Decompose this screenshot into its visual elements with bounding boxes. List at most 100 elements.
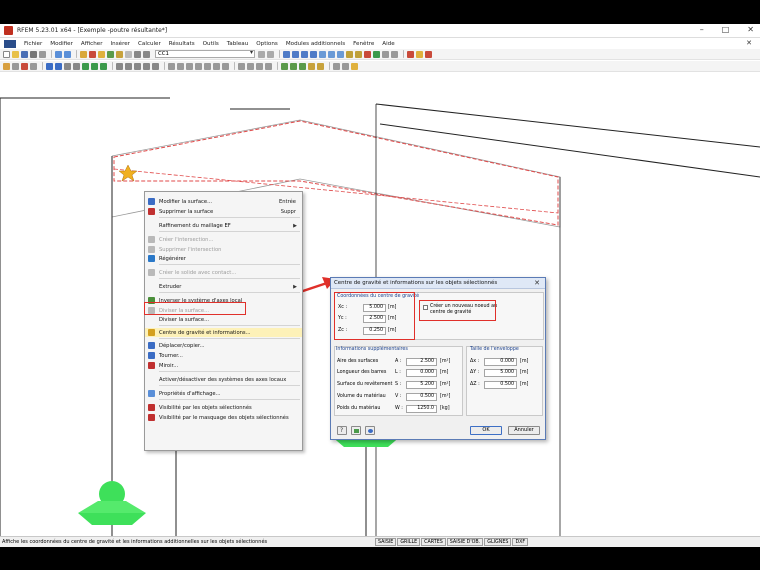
menu-outils[interactable]: Outils bbox=[199, 41, 223, 47]
context-menu-item[interactable]: Propriétés d'affichage... bbox=[145, 389, 302, 398]
results-icon[interactable] bbox=[107, 50, 114, 58]
print-icon[interactable] bbox=[30, 50, 37, 58]
snap-icon[interactable] bbox=[281, 62, 288, 70]
mirror-icon[interactable] bbox=[186, 62, 193, 70]
info-icon[interactable] bbox=[416, 50, 423, 58]
rendering-icon[interactable] bbox=[346, 50, 353, 58]
status-tab[interactable]: CARTES bbox=[421, 538, 446, 546]
table-icon[interactable] bbox=[125, 50, 132, 58]
extrude-icon[interactable] bbox=[222, 62, 229, 70]
dialog-close-icon[interactable]: ✕ bbox=[534, 279, 540, 287]
context-menu-item[interactable]: Activer/désactiver des systèmes des axes… bbox=[145, 375, 302, 384]
line-support-icon[interactable] bbox=[91, 62, 98, 70]
set-of-members-icon[interactable] bbox=[152, 62, 159, 70]
context-menu-item[interactable]: Déplacer/copier... bbox=[145, 341, 302, 350]
context-menu-item[interactable]: Centre de gravité et informations... bbox=[145, 328, 302, 337]
stop-icon[interactable] bbox=[425, 50, 432, 58]
context-menu-item[interactable]: Créer le solide avec contact... bbox=[145, 268, 302, 277]
status-tab[interactable]: SAISIE bbox=[375, 538, 397, 546]
menu-options[interactable]: Options bbox=[252, 41, 282, 47]
delete-icon[interactable] bbox=[407, 50, 414, 58]
thickness-icon[interactable] bbox=[143, 62, 150, 70]
undo-icon[interactable] bbox=[55, 50, 62, 58]
copy-icon[interactable] bbox=[168, 62, 175, 70]
view-button[interactable] bbox=[365, 426, 375, 435]
node-icon[interactable] bbox=[21, 62, 28, 70]
context-menu-item[interactable]: Modifier la surface... Entrée bbox=[145, 197, 302, 206]
menu-afficher[interactable]: Afficher bbox=[77, 41, 107, 47]
view-icon[interactable] bbox=[143, 50, 150, 58]
line-icon[interactable] bbox=[30, 62, 37, 70]
ok-button[interactable]: OK bbox=[470, 426, 502, 435]
next-case-icon[interactable] bbox=[267, 50, 274, 58]
opening-icon[interactable] bbox=[73, 62, 80, 70]
calculate-icon[interactable] bbox=[98, 50, 105, 58]
dimension-icon[interactable] bbox=[238, 62, 245, 70]
select-window-icon[interactable] bbox=[12, 62, 19, 70]
document-close-icon[interactable]: ✕ bbox=[746, 39, 752, 47]
view-x-icon[interactable] bbox=[292, 50, 299, 58]
3d-model-viewport[interactable]: Modifier la surface... Entrée Supprimer la… bbox=[0, 73, 760, 536]
context-menu-item[interactable]: Régénérer bbox=[145, 254, 302, 263]
maximize-button[interactable]: □ bbox=[722, 25, 730, 34]
context-menu-item[interactable]: Supprimer l'intersection bbox=[145, 245, 302, 254]
context-menu-item[interactable]: Visibilité par les objets sélectionnés bbox=[145, 403, 302, 412]
status-tab[interactable]: SAISIE D'OB. bbox=[446, 538, 484, 546]
close-window-button[interactable]: ✕ bbox=[747, 25, 754, 34]
context-menu-item[interactable]: Supprimer la surface Suppr bbox=[145, 207, 302, 216]
menu-inserer[interactable]: Insérer bbox=[107, 41, 134, 47]
document-menu-icon[interactable] bbox=[4, 39, 16, 48]
surface-icon[interactable] bbox=[55, 62, 62, 70]
visibility-icon[interactable] bbox=[373, 50, 380, 58]
clipping-icon[interactable] bbox=[391, 50, 398, 58]
menu-tableau[interactable]: Tableau bbox=[223, 41, 252, 47]
divide-icon[interactable] bbox=[204, 62, 211, 70]
open-folder-icon[interactable] bbox=[12, 50, 19, 58]
member-icon[interactable] bbox=[46, 62, 53, 70]
zoom-window-icon[interactable] bbox=[328, 50, 335, 58]
view-3d-icon[interactable] bbox=[283, 50, 290, 58]
model-data-icon[interactable] bbox=[80, 50, 87, 58]
comment-icon[interactable] bbox=[247, 62, 254, 70]
minimize-button[interactable]: – bbox=[700, 25, 704, 34]
redo-icon[interactable] bbox=[64, 50, 71, 58]
help-button[interactable]: ? bbox=[337, 426, 347, 435]
menu-modules-additionnels[interactable]: Modules additionnels bbox=[282, 41, 349, 47]
previous-case-icon[interactable] bbox=[258, 50, 265, 58]
coordinate-system-icon[interactable] bbox=[317, 62, 324, 70]
export-table-button[interactable] bbox=[351, 426, 361, 435]
menu-resultats[interactable]: Résultats bbox=[165, 41, 199, 47]
grid-snap-icon[interactable] bbox=[290, 62, 297, 70]
material-icon[interactable] bbox=[134, 62, 141, 70]
context-menu-item[interactable]: Visibilité par le masquage des objets sé… bbox=[145, 413, 302, 422]
filter-icon[interactable] bbox=[364, 50, 371, 58]
view-y-icon[interactable] bbox=[301, 50, 308, 58]
hinge-icon[interactable] bbox=[116, 62, 123, 70]
new-file-icon[interactable] bbox=[3, 50, 10, 58]
wireframe-icon[interactable] bbox=[355, 50, 362, 58]
cross-section-icon[interactable] bbox=[125, 62, 132, 70]
menu-calculer[interactable]: Calculer bbox=[134, 41, 165, 47]
menu-aide[interactable]: Aide bbox=[378, 41, 398, 47]
menu-modifier[interactable]: Modifier bbox=[46, 41, 77, 47]
print-report-icon[interactable] bbox=[39, 50, 46, 58]
rotate-icon[interactable] bbox=[177, 62, 184, 70]
load-case-select[interactable]: CC1 bbox=[155, 50, 255, 58]
section-icon[interactable] bbox=[382, 50, 389, 58]
display-icon[interactable] bbox=[342, 62, 349, 70]
check-icon[interactable] bbox=[351, 62, 358, 70]
status-tab[interactable]: GRILLE bbox=[397, 538, 421, 546]
load-data-icon[interactable] bbox=[89, 50, 96, 58]
solid-icon[interactable] bbox=[64, 62, 71, 70]
status-tab[interactable]: DXF bbox=[512, 538, 529, 546]
workplane-icon[interactable] bbox=[308, 62, 315, 70]
nodal-support-icon[interactable] bbox=[82, 62, 89, 70]
context-menu-item[interactable]: Extruder ▶ bbox=[145, 282, 302, 291]
cancel-button[interactable]: Annuler bbox=[508, 426, 540, 435]
show-results-icon[interactable] bbox=[116, 50, 123, 58]
status-tab[interactable]: GLIGNES bbox=[484, 538, 512, 546]
select-icon[interactable] bbox=[3, 62, 10, 70]
object-snap-icon[interactable] bbox=[299, 62, 306, 70]
menu-fichier[interactable]: Fichier bbox=[20, 41, 46, 47]
project-icon[interactable] bbox=[195, 62, 202, 70]
